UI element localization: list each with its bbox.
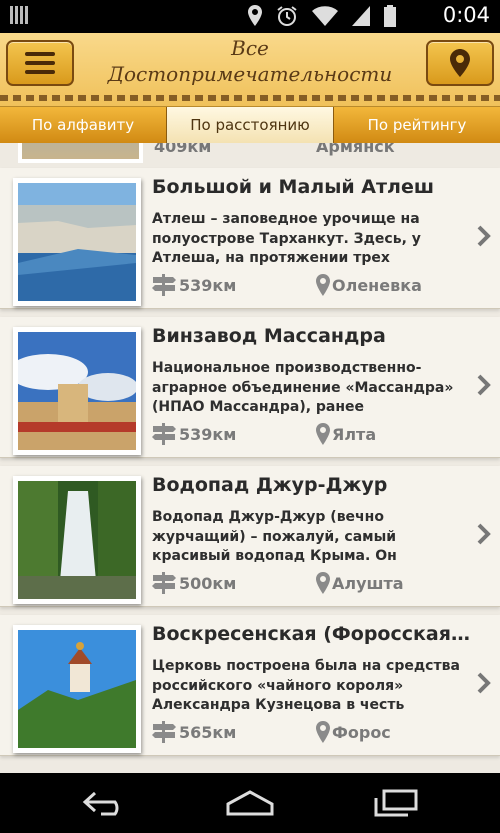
item-distance-group: 500км xyxy=(152,571,236,595)
list-item-partial[interactable]: 409км Армянск xyxy=(0,143,500,167)
title-line-1: Все xyxy=(231,36,269,60)
item-title: Водопад Джур-Джур xyxy=(152,474,388,496)
item-distance: 565км xyxy=(179,722,237,742)
item-description: Церковь построена была на средства росси… xyxy=(152,658,460,717)
item-city: Оленевка xyxy=(332,275,422,295)
page-title: Все Достопримечательности xyxy=(90,35,410,87)
signpost-icon xyxy=(152,423,176,445)
home-button[interactable] xyxy=(220,787,280,819)
list-item[interactable]: Большой и Малый Атлеш Атлеш – заповедное… xyxy=(0,168,500,309)
item-city: Армянск xyxy=(316,143,395,156)
item-distance: 500км xyxy=(179,573,237,593)
item-description: Национальное производственно-аграрное об… xyxy=(152,360,454,419)
list-item[interactable]: Винзавод Массандра Национальное производ… xyxy=(0,317,500,458)
attractions-list[interactable]: 409км Армянск Большой и Малый Атлеш Атле… xyxy=(0,143,500,773)
chevron-right-icon[interactable] xyxy=(476,225,492,247)
map-pin-icon xyxy=(316,572,330,594)
item-distance: 539км xyxy=(179,424,237,444)
notification-icon xyxy=(10,6,32,26)
list-item[interactable]: Воскресенская (Форосская) церковь Церков… xyxy=(0,615,500,756)
item-city-group: Алушта xyxy=(316,571,404,595)
item-city: Форос xyxy=(332,722,391,742)
tab-distance[interactable]: По расстоянию xyxy=(167,107,334,143)
title-line-2: Достопримечательности xyxy=(107,62,393,86)
wifi-icon xyxy=(312,6,338,26)
location-status-icon xyxy=(248,5,262,26)
item-photo xyxy=(13,476,141,604)
item-city-group: Оленевка xyxy=(316,273,422,297)
tab-alphabet[interactable]: По алфавиту xyxy=(0,107,167,143)
chevron-right-icon[interactable] xyxy=(476,523,492,545)
item-photo xyxy=(13,327,141,455)
item-distance: 539км xyxy=(179,275,237,295)
item-distance-group: 539км xyxy=(152,273,236,297)
recents-icon xyxy=(374,789,418,817)
chevron-right-icon[interactable] xyxy=(476,672,492,694)
back-icon xyxy=(82,791,119,816)
header-stitch-divider xyxy=(0,95,500,101)
item-distance-group: 565км xyxy=(152,720,236,744)
item-photo xyxy=(18,143,143,163)
item-city: Ялта xyxy=(332,424,377,444)
home-icon xyxy=(226,790,274,816)
map-pin-icon xyxy=(316,423,330,445)
item-description: Водопад Джур-Джур (вечно журчащий) – пож… xyxy=(152,509,397,568)
battery-icon xyxy=(384,5,396,27)
item-city-group: Ялта xyxy=(316,422,376,446)
signpost-icon xyxy=(152,274,176,296)
sort-tabs: По алфавиту По расстоянию По рейтингу xyxy=(0,107,500,143)
map-pin-icon xyxy=(316,274,330,296)
back-button[interactable] xyxy=(75,787,135,819)
signal-icon xyxy=(352,6,370,26)
recents-button[interactable] xyxy=(366,787,426,819)
alarm-icon xyxy=(277,6,297,26)
item-title: Большой и Малый Атлеш xyxy=(152,176,435,198)
app-header: Все Достопримечательности xyxy=(0,33,500,107)
item-distance: 409км xyxy=(154,143,212,156)
item-title: Воскресенская (Форосская) церковь xyxy=(152,623,472,645)
item-city-group: Форос xyxy=(316,720,391,744)
signpost-icon xyxy=(152,572,176,594)
list-item[interactable]: Водопад Джур-Джур Водопад Джур-Джур (веч… xyxy=(0,466,500,607)
item-city: Алушта xyxy=(332,573,404,593)
clock: 0:04 xyxy=(442,3,490,27)
location-button[interactable] xyxy=(426,40,494,86)
menu-button[interactable] xyxy=(6,40,74,86)
system-nav-bar xyxy=(0,773,500,833)
item-title: Винзавод Массандра xyxy=(152,325,386,347)
status-icons xyxy=(248,5,396,27)
item-photo xyxy=(13,178,141,306)
chevron-right-icon[interactable] xyxy=(476,374,492,396)
item-distance-group: 539км xyxy=(152,422,236,446)
map-pin-icon xyxy=(450,49,470,77)
map-pin-icon xyxy=(316,721,330,743)
tab-rating[interactable]: По рейтингу xyxy=(334,107,500,143)
item-photo xyxy=(13,625,141,753)
item-description: Атлеш – заповедное урочище на полуостров… xyxy=(152,211,421,270)
status-bar: 0:04 xyxy=(0,0,500,33)
signpost-icon xyxy=(152,721,176,743)
hamburger-icon xyxy=(25,52,55,74)
